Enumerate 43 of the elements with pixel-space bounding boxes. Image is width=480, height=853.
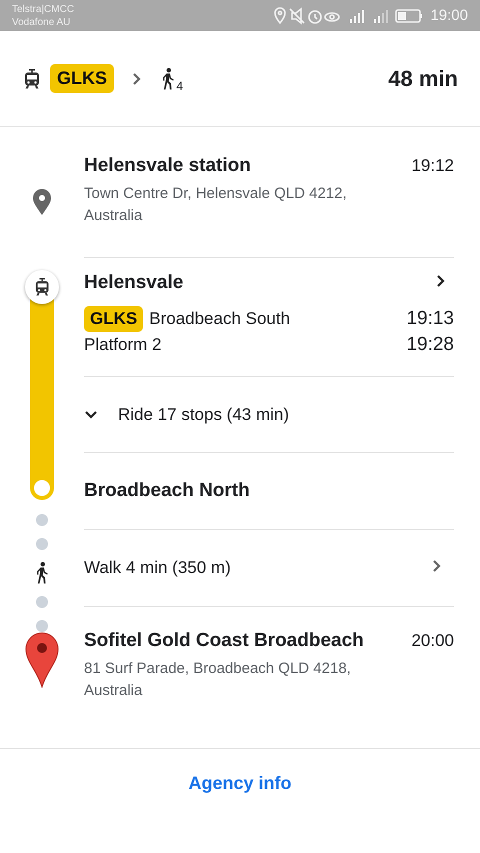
ride-stops-toggle[interactable]: Ride 17 stops (43 min) — [84, 377, 454, 453]
arrival-time: 19:28 — [406, 334, 454, 356]
departure-time: 19:13 — [406, 308, 454, 330]
signal-icon — [350, 10, 364, 22]
walk-minutes: 4 — [176, 78, 184, 92]
stop-marker — [34, 480, 50, 496]
walk-summary: Walk 4 min (350 m) — [84, 558, 231, 578]
clock-time: 19:00 — [430, 7, 468, 24]
agency-info-link[interactable]: Agency info — [188, 773, 292, 794]
tram-icon — [24, 68, 40, 88]
time: 20:00 — [411, 631, 454, 651]
walking-person-icon — [160, 68, 176, 90]
station-name: Broadbeach North — [84, 480, 251, 502]
path-dot — [36, 596, 48, 608]
headsign: Broadbeach South — [149, 309, 290, 329]
route-badge: GLKS — [50, 64, 114, 93]
ride-summary: Ride 17 stops (43 min) — [118, 404, 290, 424]
carrier-name: Vodafone AU — [12, 16, 72, 28]
route-badge: GLKS — [84, 306, 144, 332]
platform: Platform 2 — [84, 335, 162, 355]
signal-icon — [374, 10, 388, 22]
carrier-name: Telstra|CMCC — [12, 2, 74, 16]
address: 81 Surf Parade, Broadbeach QLD 4218, Australia — [84, 659, 352, 701]
trip-duration: 48 min — [388, 66, 458, 92]
eye-icon — [324, 12, 340, 22]
destination-pin-icon — [25, 632, 59, 688]
tram-icon — [34, 278, 50, 296]
transit-step[interactable]: Helensvale GLKS Broadbeach South 19:13 Platform 2 19:28 — [84, 258, 454, 377]
time: 19:12 — [411, 156, 454, 176]
address: Town Centre Dr, Helensvale QLD 4212, Australia — [84, 184, 348, 226]
location-icon — [274, 6, 286, 24]
location-pin-icon — [33, 188, 51, 214]
alarm-icon — [308, 10, 322, 24]
place-name: Sofitel Gold Coast Broadbeach — [84, 630, 364, 652]
path-dot — [36, 514, 48, 526]
path-dot — [36, 538, 48, 550]
walking-person-icon — [34, 562, 50, 584]
path-dot — [36, 620, 48, 632]
battery-icon — [396, 8, 422, 22]
walk-step[interactable]: Walk 4 min (350 m) — [84, 530, 454, 607]
place-name: Helensvale station — [84, 155, 251, 177]
mute-icon — [290, 6, 306, 24]
station-name: Helensvale — [84, 272, 184, 294]
